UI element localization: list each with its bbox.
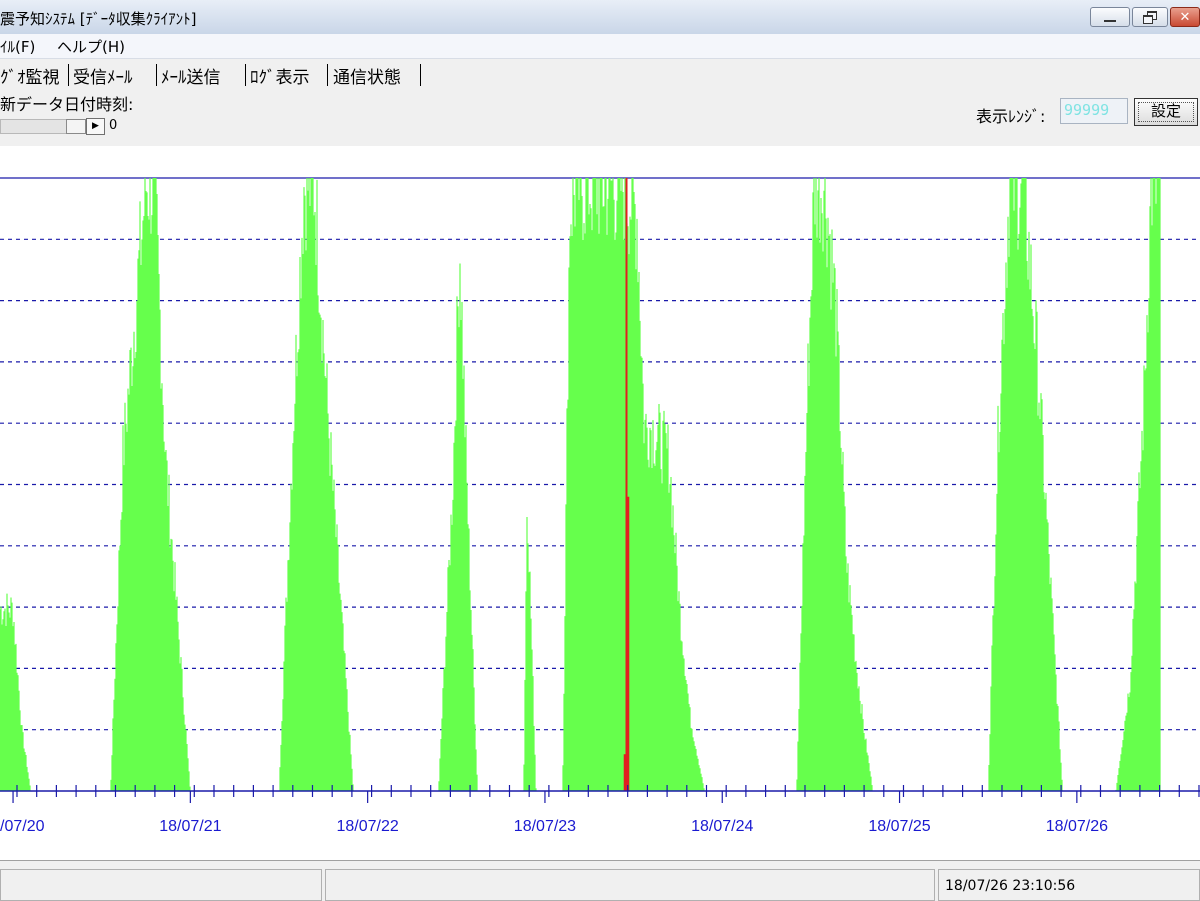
slider-value: 0 (109, 118, 118, 133)
set-button[interactable]: 設定 (1134, 98, 1198, 126)
title-bar: 震予知ｼｽﾃﾑ [ﾃﾞｰﾀ収集ｸﾗｲｱﾝﾄ] ✕ (0, 0, 1200, 35)
minimize-icon (1104, 20, 1116, 22)
tab-log-view[interactable]: ﾛｸﾞ表示 (250, 63, 310, 88)
latest-data-datetime-label: 新データ日付時刻: (0, 95, 134, 114)
toolbar: 新データ日付時刻: ▶ 0 表示ﾚﾝｼﾞ: 99999 設定 (0, 88, 1200, 146)
x-tick-label: /07/20 (0, 818, 45, 835)
menu-help[interactable]: ヘルプ(H) (57, 36, 125, 57)
x-tick-label: 18/07/23 (514, 818, 576, 835)
tab-connection-status[interactable]: 通信状態 (333, 63, 401, 88)
x-tick-label: 18/07/26 (1046, 818, 1108, 835)
time-slider-thumb[interactable] (66, 119, 86, 134)
display-range-input[interactable]: 99999 (1060, 98, 1128, 124)
status-bar: 18/07/26 23:10:56 (0, 860, 1200, 901)
x-tick-label: 18/07/21 (159, 818, 221, 835)
tab-graph-monitor[interactable]: ｸﾞｵ監視 (0, 63, 60, 88)
window-title: 震予知ｼｽﾃﾑ [ﾃﾞｰﾀ収集ｸﾗｲｱﾝﾄ] (0, 10, 197, 28)
status-datetime: 18/07/26 23:10:56 (945, 878, 1076, 894)
tab-received-mail[interactable]: 受信ﾒｰﾙ (73, 63, 133, 88)
tab-separator (68, 64, 69, 86)
menu-file[interactable]: ｲﾙ(F) (0, 36, 35, 57)
tab-separator (420, 64, 421, 86)
status-pane-2 (325, 869, 935, 901)
x-tick-label: 18/07/24 (691, 818, 753, 835)
tab-separator (327, 64, 328, 86)
tab-separator (156, 64, 157, 86)
seismic-graph: /07/20 18/07/21 18/07/22 18/07/23 18/07/24 18… (0, 177, 1200, 835)
close-button[interactable]: ✕ (1170, 7, 1200, 27)
x-tick-label: 18/07/25 (868, 818, 930, 835)
display-range-label: 表示ﾚﾝｼﾞ: (976, 107, 1046, 126)
close-icon: ✕ (1179, 9, 1191, 25)
status-pane-1 (0, 869, 322, 901)
minimize-button[interactable] (1090, 7, 1130, 27)
chart-area: /07/20 18/07/21 18/07/22 18/07/23 18/07/24 18… (0, 146, 1200, 860)
tab-separator (245, 64, 246, 86)
tab-bar: ｸﾞｵ監視 受信ﾒｰﾙ ﾒｰﾙ送信 ﾛｸﾞ表示 通信状態 (0, 60, 1200, 88)
x-tick-label: 18/07/22 (337, 818, 399, 835)
menu-bar: ｲﾙ(F) ヘルプ(H) (0, 34, 1200, 59)
restore-button[interactable] (1132, 7, 1168, 27)
restore-icon (1143, 11, 1157, 24)
slider-right-arrow-icon[interactable]: ▶ (86, 118, 105, 135)
tab-send-mail[interactable]: ﾒｰﾙ送信 (161, 63, 221, 88)
